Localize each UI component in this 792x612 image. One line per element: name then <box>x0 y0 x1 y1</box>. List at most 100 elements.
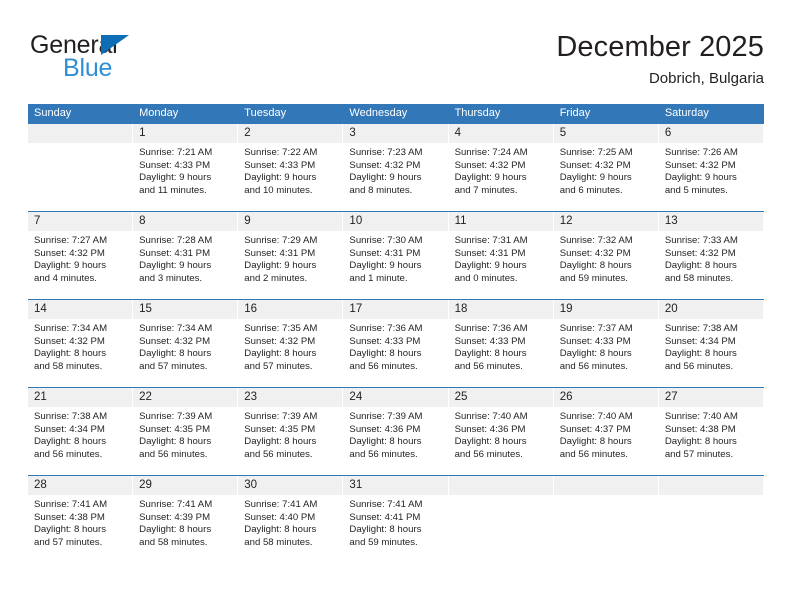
daylight-text-cont: and 57 minutes. <box>664 448 734 460</box>
day-details: Sunrise: 7:31 AM Sunset: 4:31 PM Daylight:… <box>449 231 554 285</box>
day-cell[interactable]: 9 Sunrise: 7:29 AM Sunset: 4:31 PM Daylight… <box>238 211 344 300</box>
day-details: Sunrise: 7:22 AM Sunset: 4:33 PM Daylight:… <box>238 143 343 197</box>
day-cell[interactable]: 24 Sunrise: 7:39 AM Sunset: 4:36 PM Dayligh… <box>343 387 449 476</box>
daylight-text-cont: and 56 minutes. <box>559 448 628 460</box>
daylight-text: Daylight: 8 hours <box>139 348 212 360</box>
day-cell[interactable]: 23 Sunrise: 7:39 AM Sunset: 4:35 PM Dayligh… <box>238 387 344 476</box>
day-details: Sunrise: 7:39 AM Sunset: 4:35 PM Daylight:… <box>238 407 343 461</box>
day-cell[interactable]: 5 Sunrise: 7:25 AM Sunset: 4:32 PM Daylight… <box>553 123 659 212</box>
daylight-text: Daylight: 9 hours <box>664 172 737 184</box>
daylight-text-cont: and 57 minutes. <box>139 360 208 372</box>
sunset-text: Sunset: 4:37 PM <box>559 423 631 435</box>
day-cell[interactable]: 1 Sunrise: 7:21 AM Sunset: 4:33 PM Daylight… <box>133 123 239 212</box>
sunset-text: Sunset: 4:32 PM <box>559 247 631 259</box>
sunrise-text: Sunrise: 7:22 AM <box>244 147 318 158</box>
daylight-text: Daylight: 8 hours <box>349 436 422 448</box>
day-details: Sunrise: 7:40 AM Sunset: 4:36 PM Daylight:… <box>449 407 554 461</box>
sunset-text: Sunset: 4:31 PM <box>139 247 211 259</box>
day-cell[interactable]: 15 Sunrise: 7:34 AM Sunset: 4:32 PM Dayligh… <box>133 299 239 388</box>
day-details: Sunrise: 7:27 AM Sunset: 4:32 PM Daylight:… <box>28 231 133 285</box>
weekday-header-wednesday: Wednesday <box>343 104 449 124</box>
day-cell[interactable]: 14 Sunrise: 7:34 AM Sunset: 4:32 PM Dayligh… <box>28 299 134 388</box>
day-number: 16 <box>238 300 344 319</box>
day-number: 1 <box>133 124 239 143</box>
sunrise-text: Sunrise: 7:39 AM <box>349 411 423 422</box>
day-number: 27 <box>658 388 764 407</box>
day-number: 24 <box>343 388 449 407</box>
day-cell[interactable]: 28 Sunrise: 7:41 AM Sunset: 4:38 PM Dayligh… <box>28 475 134 564</box>
day-cell[interactable]: 3 Sunrise: 7:23 AM Sunset: 4:32 PM Daylight… <box>343 123 449 212</box>
day-cell[interactable]: 7 Sunrise: 7:27 AM Sunset: 4:32 PM Daylight… <box>28 211 134 300</box>
sunrise-text: Sunrise: 7:38 AM <box>34 411 108 422</box>
sunrise-text: Sunrise: 7:36 AM <box>349 323 423 334</box>
day-number: 30 <box>238 476 344 495</box>
daylight-text: Daylight: 8 hours <box>559 348 632 360</box>
daylight-text-cont: and 58 minutes. <box>664 272 734 284</box>
sunset-text: Sunset: 4:36 PM <box>454 423 526 435</box>
daylight-text: Daylight: 8 hours <box>244 436 317 448</box>
daylight-text-cont: and 7 minutes. <box>454 184 518 196</box>
masthead: General Blue December 2025 Dobrich, Bulg… <box>28 30 764 98</box>
general-blue-logo[interactable]: General Blue <box>30 32 230 92</box>
weekday-header-tuesday: Tuesday <box>238 104 344 124</box>
daylight-text: Daylight: 9 hours <box>139 172 212 184</box>
sunset-text: Sunset: 4:31 PM <box>454 247 526 259</box>
daylight-text-cont: and 56 minutes. <box>349 448 418 460</box>
sunrise-text: Sunrise: 7:39 AM <box>244 411 318 422</box>
day-number <box>28 124 134 143</box>
calendar-page: General Blue December 2025 Dobrich, Bulg… <box>0 0 792 612</box>
day-cell[interactable]: 20 Sunrise: 7:38 AM Sunset: 4:34 PM Dayligh… <box>658 299 764 388</box>
daylight-text: Daylight: 9 hours <box>559 172 632 184</box>
day-cell[interactable]: 8 Sunrise: 7:28 AM Sunset: 4:31 PM Daylight… <box>133 211 239 300</box>
title-block: December 2025 Dobrich, Bulgaria <box>556 30 764 90</box>
sunrise-text: Sunrise: 7:27 AM <box>34 235 108 246</box>
sunset-text: Sunset: 4:39 PM <box>139 511 211 523</box>
day-cell-empty <box>448 475 554 564</box>
day-cell[interactable]: 16 Sunrise: 7:35 AM Sunset: 4:32 PM Dayligh… <box>238 299 344 388</box>
day-cell[interactable]: 29 Sunrise: 7:41 AM Sunset: 4:39 PM Dayligh… <box>133 475 239 564</box>
logo-text-blue: Blue <box>63 54 113 82</box>
day-cell[interactable]: 25 Sunrise: 7:40 AM Sunset: 4:36 PM Dayligh… <box>448 387 554 476</box>
daylight-text: Daylight: 8 hours <box>139 436 212 448</box>
day-cell[interactable]: 11 Sunrise: 7:31 AM Sunset: 4:31 PM Dayligh… <box>448 211 554 300</box>
day-cell[interactable]: 30 Sunrise: 7:41 AM Sunset: 4:40 PM Dayligh… <box>238 475 344 564</box>
calendar-week-row: 14 Sunrise: 7:34 AM Sunset: 4:32 PM Dayligh… <box>28 299 764 388</box>
day-number: 12 <box>553 212 659 231</box>
daylight-text: Daylight: 9 hours <box>349 260 422 272</box>
daylight-text-cont: and 56 minutes. <box>664 360 734 372</box>
sunrise-text: Sunrise: 7:40 AM <box>454 411 528 422</box>
sunrise-text: Sunrise: 7:41 AM <box>139 499 213 510</box>
daylight-text: Daylight: 8 hours <box>139 524 212 536</box>
sunrise-text: Sunrise: 7:36 AM <box>454 323 528 334</box>
day-number: 4 <box>448 124 554 143</box>
day-number: 13 <box>658 212 764 231</box>
day-cell[interactable]: 12 Sunrise: 7:32 AM Sunset: 4:32 PM Dayligh… <box>553 211 659 300</box>
day-cell[interactable]: 31 Sunrise: 7:41 AM Sunset: 4:41 PM Dayligh… <box>343 475 449 564</box>
sunset-text: Sunset: 4:32 PM <box>139 335 211 347</box>
day-cell[interactable]: 27 Sunrise: 7:40 AM Sunset: 4:38 PM Dayligh… <box>658 387 764 476</box>
day-details: Sunrise: 7:41 AM Sunset: 4:40 PM Daylight:… <box>238 495 343 549</box>
sunset-text: Sunset: 4:38 PM <box>664 423 736 435</box>
day-cell[interactable]: 13 Sunrise: 7:33 AM Sunset: 4:32 PM Dayligh… <box>658 211 764 300</box>
sunrise-text: Sunrise: 7:23 AM <box>349 147 423 158</box>
daylight-text: Daylight: 9 hours <box>349 172 422 184</box>
day-cell[interactable]: 6 Sunrise: 7:26 AM Sunset: 4:32 PM Daylight… <box>658 123 764 212</box>
day-cell[interactable]: 21 Sunrise: 7:38 AM Sunset: 4:34 PM Dayligh… <box>28 387 134 476</box>
calendar-week-row: 21 Sunrise: 7:38 AM Sunset: 4:34 PM Dayligh… <box>28 387 764 476</box>
daylight-text: Daylight: 8 hours <box>244 348 317 360</box>
calendar-grid: Sunday Monday Tuesday Wednesday Thursday… <box>28 104 764 564</box>
day-cell[interactable]: 22 Sunrise: 7:39 AM Sunset: 4:35 PM Dayligh… <box>133 387 239 476</box>
sunset-text: Sunset: 4:35 PM <box>244 423 316 435</box>
day-number <box>658 476 764 495</box>
day-cell[interactable]: 19 Sunrise: 7:37 AM Sunset: 4:33 PM Dayligh… <box>553 299 659 388</box>
day-cell[interactable]: 4 Sunrise: 7:24 AM Sunset: 4:32 PM Daylight… <box>448 123 554 212</box>
day-details: Sunrise: 7:40 AM Sunset: 4:37 PM Daylight:… <box>554 407 659 461</box>
day-cell[interactable]: 18 Sunrise: 7:36 AM Sunset: 4:33 PM Dayligh… <box>448 299 554 388</box>
day-cell[interactable]: 17 Sunrise: 7:36 AM Sunset: 4:33 PM Dayligh… <box>343 299 449 388</box>
day-number: 25 <box>448 388 554 407</box>
day-cell[interactable]: 10 Sunrise: 7:30 AM Sunset: 4:31 PM Dayligh… <box>343 211 449 300</box>
daylight-text-cont: and 2 minutes. <box>244 272 308 284</box>
sunset-text: Sunset: 4:41 PM <box>349 511 421 523</box>
day-cell[interactable]: 26 Sunrise: 7:40 AM Sunset: 4:37 PM Dayligh… <box>553 387 659 476</box>
day-cell[interactable]: 2 Sunrise: 7:22 AM Sunset: 4:33 PM Daylight… <box>238 123 344 212</box>
